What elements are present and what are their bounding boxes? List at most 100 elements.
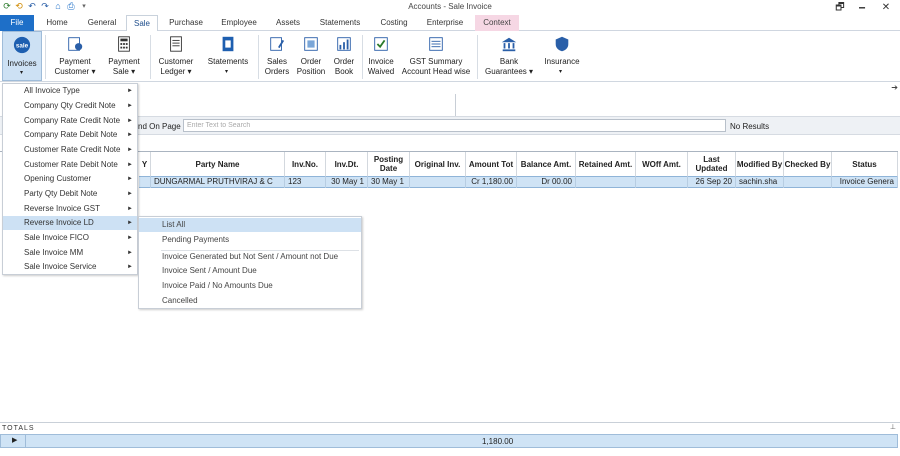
column-header-checked-by[interactable]: Checked By [784, 152, 832, 176]
invoices-button[interactable]: sale Invoices ▾ [2, 31, 42, 81]
tab-home[interactable]: Home [40, 15, 74, 31]
table-cell-party-name: DUNGARMAL PRUTHVIRAJ & C [151, 176, 285, 188]
menu-item-label: All Invoice Type [24, 86, 80, 95]
tab-context[interactable]: Context [475, 15, 519, 31]
tab-statements[interactable]: Statements [314, 15, 366, 31]
menu-item-company-rate-debit-note[interactable]: Company Rate Debit Note ► [3, 128, 137, 142]
submenu-item-invoice-generated-not-sent[interactable]: Invoice Generated but Not Sent / Amount … [139, 250, 361, 264]
column-header-balance-amt[interactable]: Balance Amt. [517, 152, 576, 176]
column-header-inv-no[interactable]: Inv.No. [285, 152, 326, 176]
payment-sale-button[interactable]: Payment Sale ▾ [103, 31, 145, 81]
submenu-item-invoice-paid[interactable]: Invoice Paid / No Amounts Due [139, 279, 361, 293]
menu-item-party-qty-debit-note[interactable]: Party Qty Debit Note ► [3, 187, 137, 201]
column-header-original-inv[interactable]: Original Inv. [410, 152, 466, 176]
tab-assets[interactable]: Assets [270, 15, 306, 31]
invoice-waived-icon [374, 37, 388, 51]
table-cell-original-inv [410, 176, 466, 188]
statements-button[interactable]: Statements ▾ [203, 31, 253, 81]
ribbon-separator [258, 35, 259, 79]
tab-employee[interactable]: Employee [216, 15, 262, 31]
search-input[interactable] [183, 119, 726, 132]
gst-summary-button[interactable]: GST Summary Account Head wise [400, 31, 472, 81]
menu-item-customer-rate-credit-note[interactable]: Customer Rate Credit Note ► [3, 143, 137, 157]
menu-item-sale-invoice-mm[interactable]: Sale Invoice MM ► [3, 246, 137, 260]
column-header-modified-by[interactable]: Modified By [736, 152, 784, 176]
table-cell-retained-amt [576, 176, 636, 188]
gst-summary-label-2: Account Head wise [401, 67, 471, 76]
table-cell-posting-date: 30 May 1 [368, 176, 410, 188]
column-header-status[interactable]: Status [832, 152, 898, 176]
customer-ledger-button[interactable]: Customer Ledger ▾ [155, 31, 197, 81]
invoice-waived-button[interactable]: Invoice Waived [365, 31, 397, 81]
chevron-down-icon: ▾ [225, 69, 229, 75]
order-position-label-1: Order [300, 57, 322, 66]
table-cell-last-updated: 26 Sep 20 [688, 176, 736, 188]
insurance-icon [555, 36, 569, 52]
menu-item-all-invoice-type[interactable]: All Invoice Type ► [3, 84, 137, 98]
menu-item-label: Customer Rate Credit Note [24, 145, 121, 154]
column-header-woff-amt[interactable]: WOff Amt. [636, 152, 688, 176]
menu-item-sale-invoice-service[interactable]: Sale Invoice Service ► [3, 260, 137, 274]
menu-item-label: Reverse Invoice LD [24, 218, 94, 227]
menu-item-label: Sale Invoice FICO [24, 233, 89, 242]
pin-icon[interactable]: ⊥ [890, 423, 896, 431]
close-icon[interactable]: ✕ [875, 0, 897, 15]
tab-costing[interactable]: Costing [374, 15, 414, 31]
bank-icon [501, 37, 517, 52]
menu-item-label: Reverse Invoice GST [24, 204, 101, 213]
invoice-waived-label-2: Waived [367, 67, 395, 76]
statement-icon [222, 36, 234, 52]
minimize-icon[interactable]: 🗕 [851, 0, 873, 15]
payment-sale-label-1: Payment [108, 57, 140, 66]
column-header-inv-dt[interactable]: Inv.Dt. [326, 152, 368, 176]
search-result-status: No Results [730, 122, 770, 131]
chevron-right-icon: ► [127, 206, 133, 212]
column-header-retained-amt[interactable]: Retained Amt. [576, 152, 636, 176]
menu-item-label: Party Qty Debit Note [24, 189, 98, 198]
search-label: nd On Page [138, 122, 181, 131]
order-position-button[interactable]: Order Position [295, 31, 327, 81]
tab-enterprise[interactable]: Enterprise [422, 15, 468, 31]
column-header-party-name[interactable]: Party Name [151, 152, 285, 176]
menu-item-customer-rate-debit-note[interactable]: Customer Rate Debit Note ► [3, 158, 137, 172]
order-book-button[interactable]: Order Book [330, 31, 358, 81]
menu-item-reverse-invoice-gst[interactable]: Reverse Invoice GST ► [3, 202, 137, 216]
menu-item-reverse-invoice-ld[interactable]: Reverse Invoice LD ► [3, 216, 137, 230]
chevron-right-icon: ► [127, 264, 133, 270]
chevron-right-icon: ► [127, 118, 133, 124]
menu-item-opening-customer[interactable]: Opening Customer ► [3, 172, 137, 186]
column-header-y[interactable]: Y [139, 152, 151, 176]
menu-item-company-qty-credit-note[interactable]: Company Qty Credit Note ► [3, 99, 137, 113]
customer-ledger-label-1: Customer [158, 57, 194, 66]
table-cell [139, 176, 151, 188]
menu-item-label: Company Qty Credit Note [24, 101, 116, 110]
menu-item-sale-invoice-fico[interactable]: Sale Invoice FICO ► [3, 231, 137, 245]
invoice-waived-label-1: Invoice [368, 57, 394, 66]
payment-customer-button[interactable]: Payment Customer ▾ [50, 31, 100, 81]
submenu-item-invoice-sent-amount-due[interactable]: Invoice Sent / Amount Due [139, 264, 361, 278]
column-header-amount-tot[interactable]: Amount Tot [466, 152, 517, 176]
submenu-item-list-all[interactable]: List All [139, 218, 361, 232]
payment-sale-label-2: Sale ▾ [112, 67, 136, 76]
tab-purchase[interactable]: Purchase [164, 15, 208, 31]
tab-file[interactable]: File [0, 15, 34, 31]
submenu-item-pending-payments[interactable]: Pending Payments [139, 233, 361, 247]
tab-general[interactable]: General [82, 15, 122, 31]
chevron-right-icon: ► [127, 162, 133, 168]
sales-orders-label-1: Sales [266, 57, 287, 66]
insurance-button[interactable]: Insurance ▾ [540, 31, 584, 81]
order-position-label-2: Position [296, 67, 326, 76]
menu-item-company-rate-credit-note[interactable]: Company Rate Credit Note ► [3, 114, 137, 128]
menu-item-label: Opening Customer [24, 174, 92, 183]
submenu-item-cancelled[interactable]: Cancelled [139, 294, 361, 308]
restore-icon[interactable]: 🗗 [829, 0, 851, 15]
table-cell-inv-dt: 30 May 1 [326, 176, 368, 188]
column-header-posting-date[interactable]: Posting Date [368, 152, 410, 176]
chevron-right-icon: ► [127, 147, 133, 153]
bank-guarantees-button[interactable]: Bank Guarantees ▾ [482, 31, 536, 81]
tab-sale[interactable]: Sale [126, 15, 158, 32]
chevron-right-icon: ► [127, 88, 133, 94]
menu-item-label: Sale Invoice Service [24, 262, 97, 271]
sales-orders-button[interactable]: Sales Orders [262, 31, 292, 81]
column-header-last-updated[interactable]: Last Updated [688, 152, 736, 176]
